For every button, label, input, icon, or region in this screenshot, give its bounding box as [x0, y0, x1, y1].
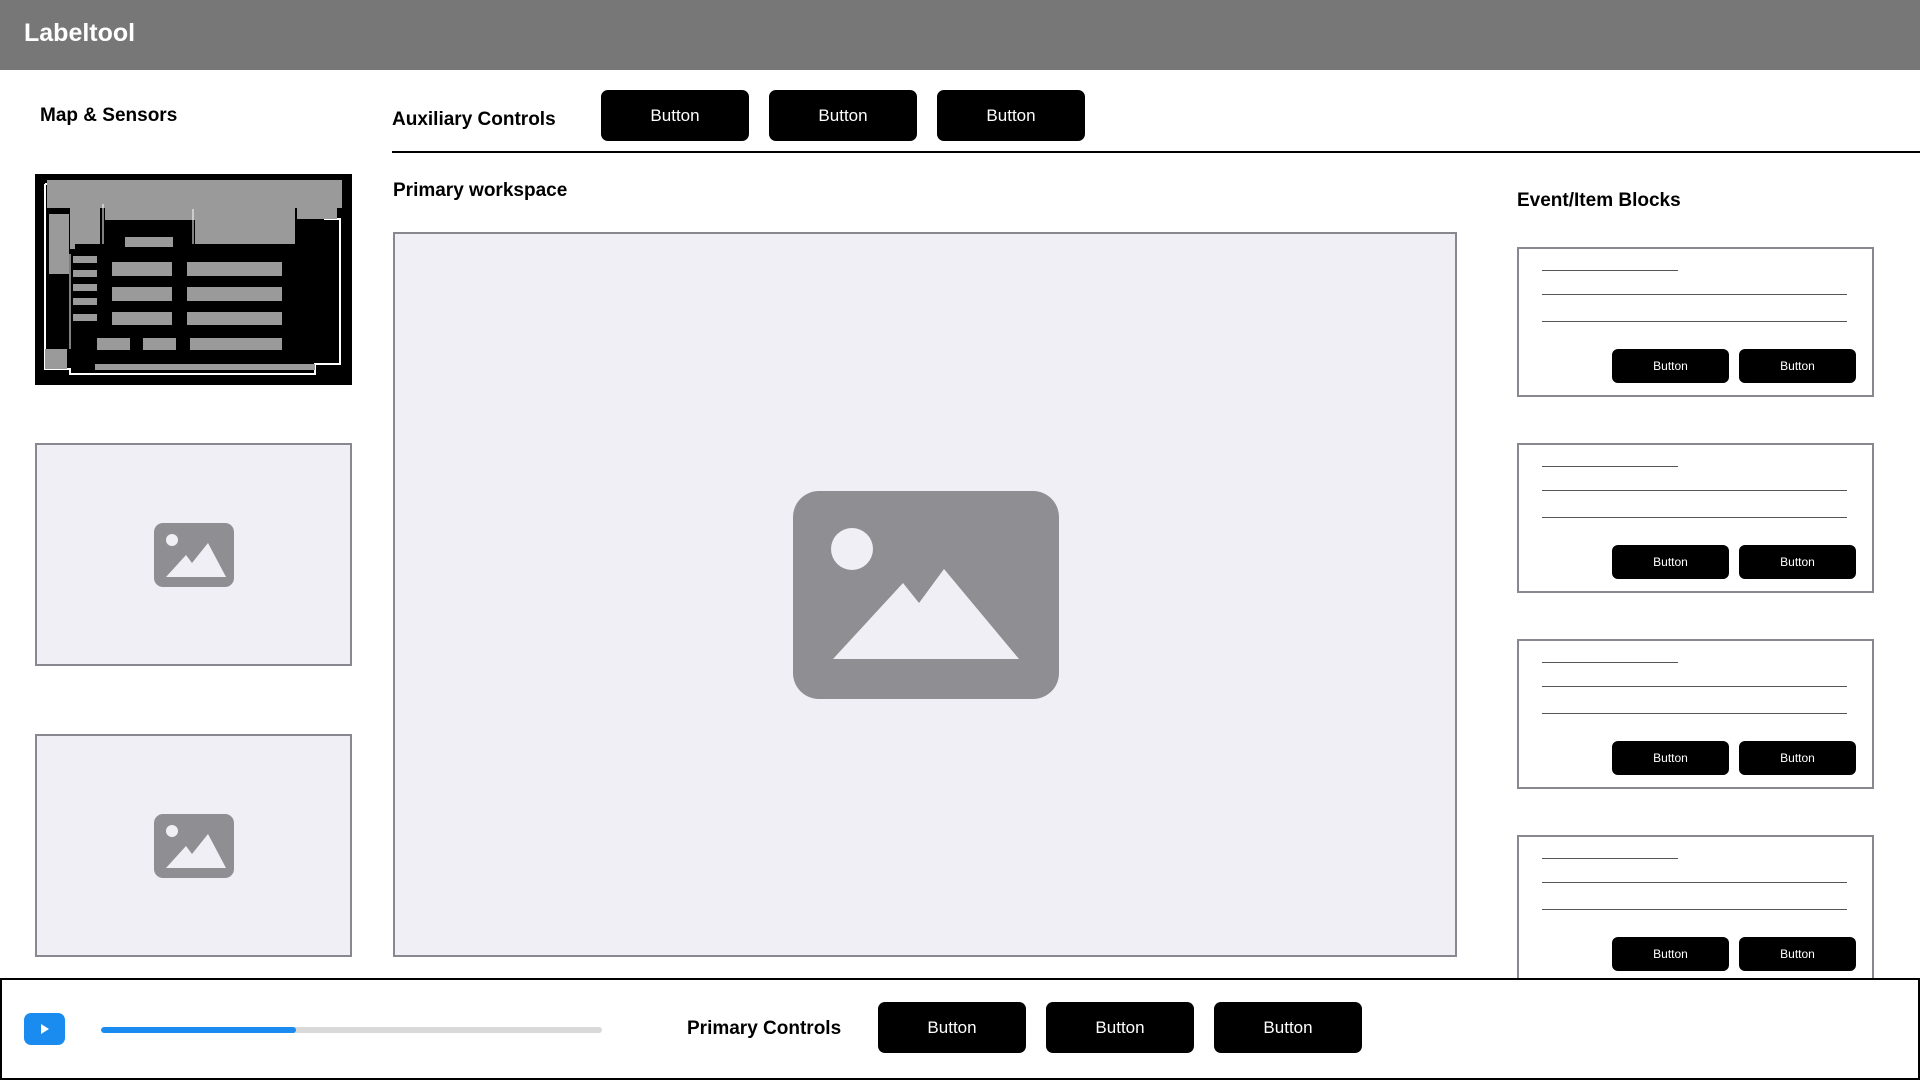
- event-block-3[interactable]: Button Button: [1517, 639, 1874, 789]
- event-detail-line: [1542, 909, 1847, 910]
- image-placeholder-icon: [793, 491, 1059, 699]
- primary-control-button-1[interactable]: Button: [878, 1002, 1026, 1053]
- event-block-1-button-2[interactable]: Button: [1739, 349, 1856, 383]
- event-title-line: [1542, 466, 1678, 467]
- auxiliary-button-3[interactable]: Button: [937, 90, 1085, 141]
- image-placeholder-icon: [154, 814, 234, 878]
- app-title: Labeltool: [24, 19, 136, 47]
- event-detail-line: [1542, 321, 1847, 322]
- sensor-view-2[interactable]: [35, 734, 352, 957]
- event-block-4[interactable]: Button Button: [1517, 835, 1874, 985]
- map-sensors-title: Map & Sensors: [40, 105, 178, 126]
- primary-control-button-2[interactable]: Button: [1046, 1002, 1194, 1053]
- event-block-2-button-2[interactable]: Button: [1739, 545, 1856, 579]
- event-detail-line: [1542, 294, 1847, 295]
- primary-workspace-title: Primary workspace: [393, 180, 568, 201]
- event-detail-line: [1542, 713, 1847, 714]
- event-block-3-button-1[interactable]: Button: [1612, 741, 1729, 775]
- play-icon: [41, 1024, 49, 1034]
- event-block-1[interactable]: Button Button: [1517, 247, 1874, 397]
- event-blocks-title: Event/Item Blocks: [1517, 190, 1681, 211]
- sensor-view-1[interactable]: [35, 443, 352, 666]
- primary-workspace[interactable]: [393, 232, 1457, 957]
- event-block-4-button-1[interactable]: Button: [1612, 937, 1729, 971]
- event-detail-line: [1542, 882, 1847, 883]
- event-detail-line: [1542, 517, 1847, 518]
- image-placeholder-icon: [154, 523, 234, 587]
- floor-map[interactable]: [35, 174, 352, 385]
- auxiliary-button-1[interactable]: Button: [601, 90, 749, 141]
- toolbar-divider: [392, 151, 1920, 153]
- app-header: [0, 0, 1920, 70]
- event-block-2-button-1[interactable]: Button: [1612, 545, 1729, 579]
- event-detail-line: [1542, 686, 1847, 687]
- event-title-line: [1542, 270, 1678, 271]
- event-block-1-button-1[interactable]: Button: [1612, 349, 1729, 383]
- playback-progress-bar[interactable]: [101, 1027, 602, 1033]
- primary-control-button-3[interactable]: Button: [1214, 1002, 1362, 1053]
- event-block-2[interactable]: Button Button: [1517, 443, 1874, 593]
- event-block-4-button-2[interactable]: Button: [1739, 937, 1856, 971]
- event-detail-line: [1542, 490, 1847, 491]
- primary-controls-title: Primary Controls: [687, 1018, 842, 1039]
- floor-map-image: [35, 174, 352, 385]
- event-title-line: [1542, 662, 1678, 663]
- event-block-3-button-2[interactable]: Button: [1739, 741, 1856, 775]
- playback-progress-fill: [101, 1027, 297, 1033]
- auxiliary-controls-title: Auxiliary Controls: [392, 109, 556, 130]
- play-button[interactable]: [24, 1013, 65, 1045]
- auxiliary-button-2[interactable]: Button: [769, 90, 917, 141]
- event-title-line: [1542, 858, 1678, 859]
